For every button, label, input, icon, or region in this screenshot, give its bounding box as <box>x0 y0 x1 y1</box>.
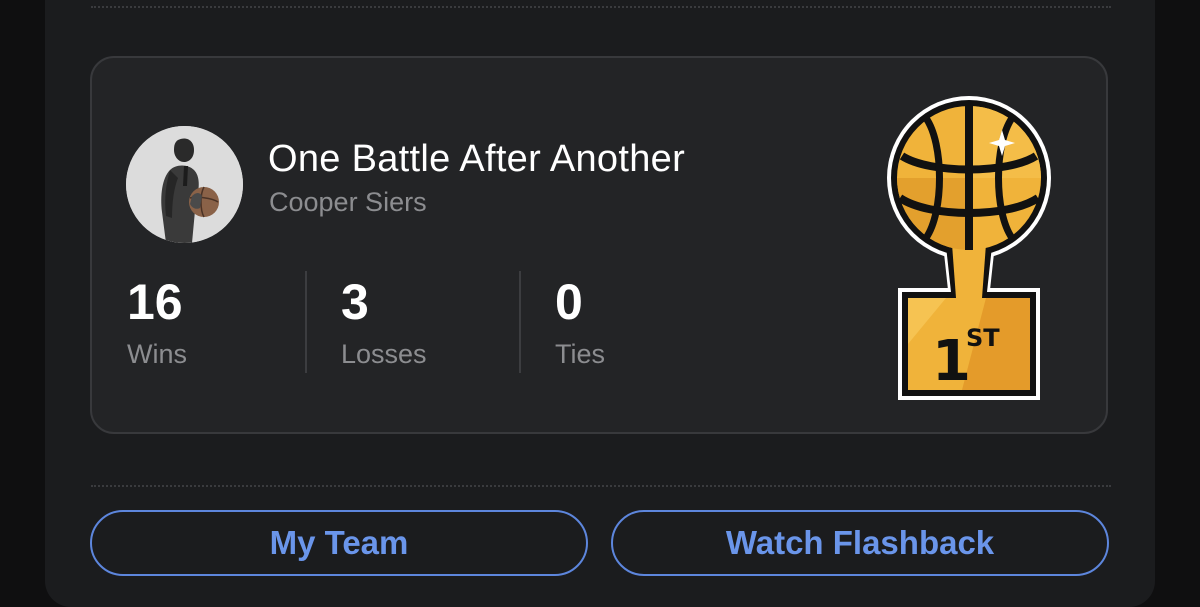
basketball-trophy-icon: 1 ST <box>887 96 1051 400</box>
player-photo-icon <box>126 126 243 243</box>
losses-label: Losses <box>341 339 427 369</box>
rank-suffix: ST <box>966 324 1000 352</box>
watch-flashback-button[interactable]: Watch Flashback <box>611 510 1109 576</box>
team-name[interactable]: One Battle After Another <box>268 138 685 181</box>
wins-label: Wins <box>127 339 187 369</box>
trophy-badge: 1 ST <box>886 94 1052 400</box>
my-team-button[interactable]: My Team <box>90 510 588 576</box>
divider-middle <box>91 485 1111 487</box>
ties-label: Ties <box>555 339 606 369</box>
team-card[interactable]: One Battle After Another Cooper Siers 16… <box>90 56 1108 434</box>
league-panel: One Battle After Another Cooper Siers 16… <box>45 0 1155 607</box>
stat-divider <box>519 271 521 373</box>
losses-value: 3 <box>341 274 369 330</box>
wins-value: 16 <box>127 274 183 330</box>
stat-losses: 3 Losses <box>341 271 521 381</box>
owner-name: Cooper Siers <box>269 187 427 217</box>
stat-divider <box>305 271 307 373</box>
avatar <box>126 126 243 243</box>
divider-top <box>91 6 1111 8</box>
ties-value: 0 <box>555 274 583 330</box>
stat-ties: 0 Ties <box>555 271 735 381</box>
page: One Battle After Another Cooper Siers 16… <box>0 0 1200 607</box>
stat-wins: 16 Wins <box>127 271 307 381</box>
